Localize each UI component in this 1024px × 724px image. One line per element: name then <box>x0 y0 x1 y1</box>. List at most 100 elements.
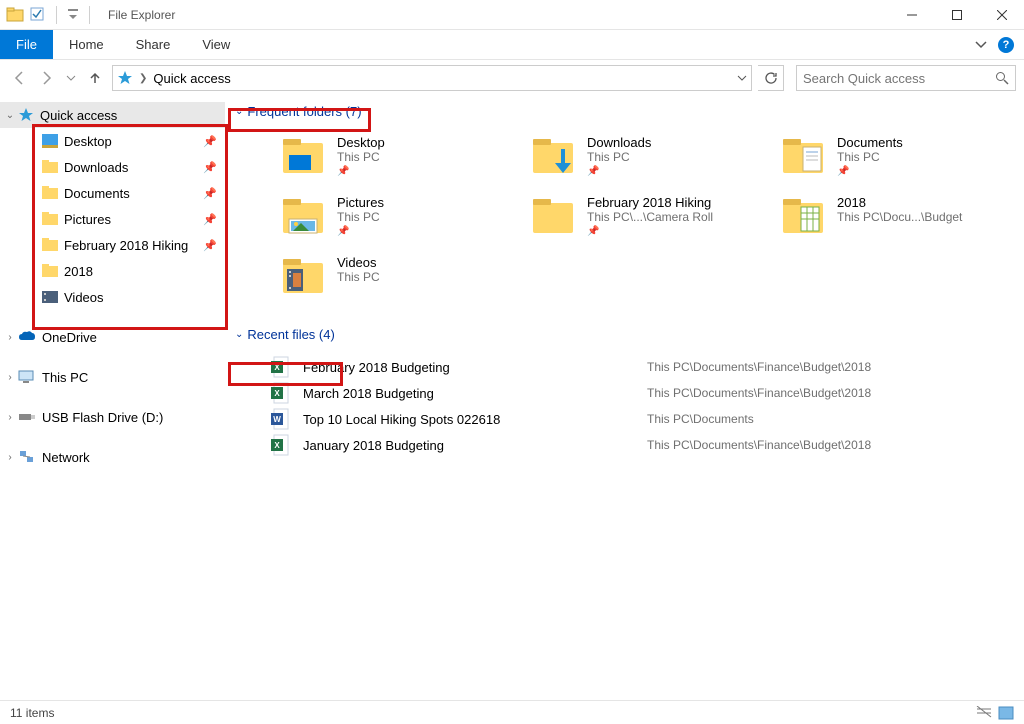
chevron-down-icon[interactable]: ⌄ <box>4 110 16 121</box>
recent-file-row[interactable]: XMarch 2018 BudgetingThis PC\Documents\F… <box>271 380 1014 406</box>
pin-icon: 📌 <box>203 161 217 174</box>
tab-view[interactable]: View <box>186 30 246 59</box>
folder-location: This PC <box>837 150 903 164</box>
sidebar-item-label: Quick access <box>40 108 117 123</box>
ribbon-collapse-icon[interactable] <box>974 38 988 52</box>
folder-icon <box>781 195 825 235</box>
sidebar-item-downloads[interactable]: Downloads 📌 <box>0 154 225 180</box>
sidebar-onedrive[interactable]: › OneDrive <box>0 324 225 350</box>
sidebar-quick-access[interactable]: ⌄ Quick access <box>0 102 225 128</box>
folder-name: 2018 <box>837 195 962 210</box>
group-header-recent[interactable]: ⌄Recent files (4) <box>231 325 339 344</box>
maximize-button[interactable] <box>934 0 979 30</box>
forward-button[interactable] <box>36 67 58 89</box>
search-box[interactable] <box>796 65 1016 91</box>
star-icon <box>117 70 133 86</box>
search-icon[interactable] <box>995 71 1009 85</box>
group-header-frequent[interactable]: ⌄Frequent folders (7) <box>231 102 366 121</box>
sidebar-item-label: Downloads <box>64 160 128 175</box>
breadcrumb-root[interactable]: Quick access <box>153 71 230 86</box>
frequent-folder-tile[interactable]: VideosThis PC <box>281 255 531 295</box>
frequent-folder-tile[interactable]: PicturesThis PC📌 <box>281 195 531 237</box>
sidebar-item-2018[interactable]: 2018 <box>0 258 225 284</box>
recent-file-row[interactable]: WTop 10 Local Hiking Spots 022618This PC… <box>271 406 1014 432</box>
tab-share[interactable]: Share <box>120 30 187 59</box>
folder-name: Documents <box>837 135 903 150</box>
folder-icon <box>42 264 58 278</box>
pin-icon: 📌 <box>587 226 713 237</box>
sidebar-item-videos[interactable]: Videos <box>0 284 225 310</box>
titlebar: File Explorer <box>0 0 1024 30</box>
folder-icon <box>281 255 325 295</box>
chevron-right-icon[interactable]: › <box>4 412 16 423</box>
qat-separator <box>56 6 57 24</box>
sidebar-this-pc[interactable]: ›This PC <box>0 364 225 390</box>
pin-icon: 📌 <box>203 135 217 148</box>
qat-checkbox-icon[interactable] <box>30 7 46 23</box>
back-button[interactable] <box>8 67 30 89</box>
refresh-button[interactable] <box>758 65 784 91</box>
pin-icon: 📌 <box>203 239 217 252</box>
window-title: File Explorer <box>108 8 175 22</box>
folder-icon <box>42 238 58 252</box>
sidebar-usb[interactable]: › USB Flash Drive (D:) <box>0 404 225 430</box>
qat-dropdown-icon[interactable] <box>67 7 79 23</box>
recent-file-row[interactable]: XFebruary 2018 BudgetingThis PC\Document… <box>271 354 1014 380</box>
nav-toolbar: ❯ Quick access <box>0 60 1024 96</box>
svg-text:X: X <box>274 363 280 372</box>
sidebar-item-label: Network <box>42 450 90 465</box>
content-pane: ⌄Frequent folders (7) DesktopThis PC📌Dow… <box>225 96 1024 696</box>
address-dropdown-icon[interactable] <box>737 73 747 83</box>
frequent-folder-tile[interactable]: DocumentsThis PC📌 <box>781 135 1024 177</box>
sidebar-item-pictures[interactable]: Pictures📌 <box>0 206 225 232</box>
sidebar-network[interactable]: › Network <box>0 444 225 470</box>
file-name: January 2018 Budgeting <box>303 438 633 453</box>
search-input[interactable] <box>803 71 973 86</box>
sidebar-item-label: Pictures <box>64 212 111 227</box>
frequent-folder-tile[interactable]: 2018This PC\Docu...\Budget <box>781 195 1024 237</box>
tab-home[interactable]: Home <box>53 30 120 59</box>
chevron-right-icon[interactable]: › <box>4 332 16 343</box>
close-button[interactable] <box>979 0 1024 30</box>
minimize-button[interactable] <box>889 0 934 30</box>
this-pc-icon <box>18 370 36 384</box>
file-type-icon: W <box>271 408 289 430</box>
network-icon <box>18 450 36 464</box>
folder-icon <box>281 195 325 235</box>
folder-name: February 2018 Hiking <box>587 195 713 210</box>
folder-location: This PC <box>337 210 384 224</box>
sidebar-item-desktop[interactable]: Desktop📌 <box>0 128 225 154</box>
recent-file-row[interactable]: XJanuary 2018 BudgetingThis PC\Documents… <box>271 432 1014 458</box>
folder-icon <box>281 135 325 175</box>
folder-icon <box>42 212 58 226</box>
details-view-button[interactable] <box>976 706 992 720</box>
onedrive-icon <box>18 330 36 344</box>
svg-text:X: X <box>274 441 280 450</box>
sidebar-item-hiking[interactable]: February 2018 Hiking📌 <box>0 232 225 258</box>
sidebar-item-documents[interactable]: Documents📌 <box>0 180 225 206</box>
videos-icon <box>42 290 58 304</box>
frequent-folder-tile[interactable]: DownloadsThis PC📌 <box>531 135 781 177</box>
svg-text:W: W <box>273 415 281 424</box>
sidebar-item-label: OneDrive <box>42 330 97 345</box>
up-button[interactable] <box>84 67 106 89</box>
folder-icon <box>531 195 575 235</box>
thumbnails-view-button[interactable] <box>998 706 1014 720</box>
address-bar[interactable]: ❯ Quick access <box>112 65 752 91</box>
folder-icon <box>42 186 58 200</box>
frequent-folder-tile[interactable]: DesktopThis PC📌 <box>281 135 531 177</box>
folder-name: Videos <box>337 255 380 270</box>
chevron-right-icon[interactable]: › <box>4 372 16 383</box>
frequent-folder-tile[interactable]: February 2018 HikingThis PC\...\Camera R… <box>531 195 781 237</box>
folder-icon <box>42 160 58 174</box>
status-item-count: 11 items <box>10 706 54 720</box>
help-icon[interactable]: ? <box>998 37 1014 53</box>
sidebar-item-label: Videos <box>64 290 104 305</box>
chevron-right-icon[interactable]: ❯ <box>139 73 147 84</box>
sidebar-item-label: 2018 <box>64 264 93 279</box>
sidebar-item-label: USB Flash Drive (D:) <box>42 410 163 425</box>
tab-file[interactable]: File <box>0 30 53 59</box>
folder-location: This PC <box>587 150 651 164</box>
recent-locations-button[interactable] <box>64 67 78 89</box>
chevron-right-icon[interactable]: › <box>4 452 16 463</box>
